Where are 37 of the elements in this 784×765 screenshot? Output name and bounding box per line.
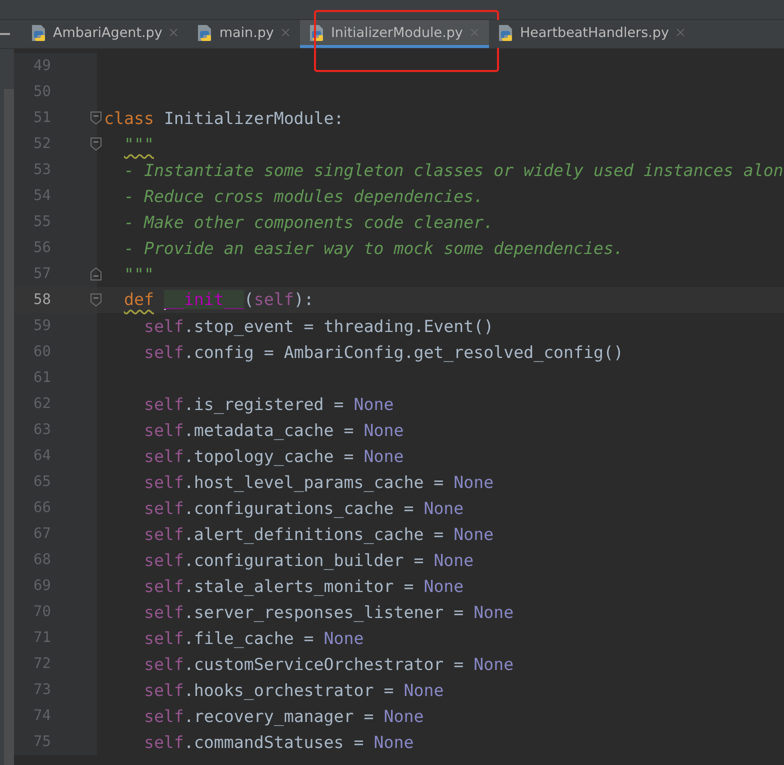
code-line: self.file_cache = None xyxy=(142,628,364,648)
code-line: self.host_level_params_cache = None xyxy=(142,472,494,492)
code-line: self.configurations_cache = None xyxy=(142,498,464,518)
code-line: self.commandStatuses = None xyxy=(142,732,414,752)
code-line: def __init__(self): xyxy=(122,290,314,310)
code-line: """ xyxy=(122,264,154,284)
code-line: class InitializerModule: xyxy=(103,108,344,128)
code-line: - Make other components code cleaner. xyxy=(122,212,494,232)
fold-icon[interactable] xyxy=(90,267,102,281)
code-line: self.alert_definitions_cache = None xyxy=(142,524,494,544)
code-line: - Reduce cross modules dependencies. xyxy=(122,186,484,206)
code-line: self.configuration_builder = None xyxy=(142,550,474,570)
tab-label: InitializerModule.py xyxy=(330,24,463,40)
code-line: - Provide an easier way to mock some dependencies. xyxy=(122,238,624,258)
line-number: 58 xyxy=(32,292,51,308)
code-line: self.hooks_orchestrator = None xyxy=(142,680,444,700)
python-file-icon xyxy=(30,24,48,42)
code-line: self.server_responses_listener = None xyxy=(142,602,514,622)
tab-label: main.py xyxy=(219,24,274,40)
code-line: self.config = AmbariConfig.get_resolved_config() xyxy=(142,342,624,362)
code-line: self.topology_cache = None xyxy=(142,446,404,466)
code-line: self.stale_alerts_monitor = None xyxy=(142,576,464,596)
code-line: self.customServiceOrchestrator = None xyxy=(142,654,514,674)
fold-icon[interactable] xyxy=(90,137,102,151)
tab-label: AmbariAgent.py xyxy=(53,24,162,40)
code-line: - Instantiate some singleton classes or widely used instances alon xyxy=(122,160,784,180)
editor-tab[interactable]: InitializerModule.py xyxy=(300,20,489,48)
code-line: self.metadata_cache = None xyxy=(142,420,404,440)
fold-icon[interactable] xyxy=(90,293,102,307)
python-file-icon xyxy=(496,24,515,42)
code-line: self.is_registered = None xyxy=(142,394,394,414)
close-icon[interactable] xyxy=(674,26,687,39)
code-line: """ xyxy=(122,134,154,154)
tab-label: HeartbeatHandlers.py xyxy=(520,24,669,40)
code-line: self.recovery_manager = None xyxy=(142,706,424,726)
fold-icon[interactable] xyxy=(90,111,102,125)
code-line: self.stop_event = threading.Event() xyxy=(142,316,494,336)
